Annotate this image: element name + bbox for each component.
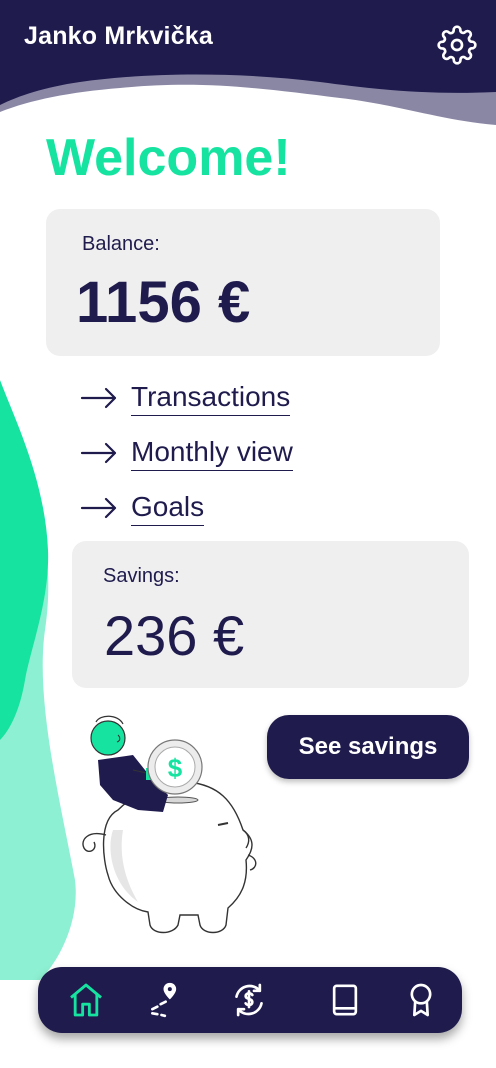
arrow-right-icon: [80, 387, 117, 409]
user-name: Janko Mrkvička: [24, 22, 214, 50]
tab-book[interactable]: [325, 980, 365, 1020]
piggy-bank-illustration: $: [82, 715, 257, 934]
balance-value: 1156 €: [76, 270, 251, 335]
savings-card: Savings: 236 €: [72, 541, 469, 688]
link-goals-label[interactable]: Goals: [131, 490, 205, 526]
tab-home[interactable]: [66, 980, 106, 1020]
link-goals[interactable]: Goals: [80, 488, 205, 528]
link-transactions[interactable]: Transactions: [80, 378, 291, 418]
tab-exchange[interactable]: [229, 980, 269, 1020]
welcome-heading: Welcome!: [46, 129, 291, 187]
link-transactions-label[interactable]: Transactions: [131, 380, 291, 416]
book-icon: [332, 984, 358, 1016]
currency-exchange-icon: [235, 983, 263, 1017]
link-monthly-view[interactable]: Monthly view: [80, 433, 293, 473]
savings-label: Savings:: [103, 565, 180, 587]
bottom-navigation: [38, 967, 462, 1033]
home-icon: [70, 983, 102, 1017]
tab-route[interactable]: [144, 980, 184, 1020]
svg-text:$: $: [168, 753, 183, 783]
link-monthly-view-label[interactable]: Monthly view: [131, 435, 293, 471]
gear-icon: [437, 25, 477, 65]
arrow-right-icon: [80, 442, 117, 464]
award-icon: [410, 983, 432, 1017]
balance-label: Balance:: [82, 233, 160, 255]
see-savings-button[interactable]: See savings: [267, 715, 469, 779]
balance-card: Balance: 1156 €: [46, 209, 440, 356]
settings-button[interactable]: [437, 25, 477, 65]
arrow-right-icon: [80, 497, 117, 519]
route-icon: [151, 982, 177, 1018]
tab-award[interactable]: [401, 980, 441, 1020]
savings-value: 236 €: [104, 604, 245, 667]
header-background: [0, 0, 496, 125]
